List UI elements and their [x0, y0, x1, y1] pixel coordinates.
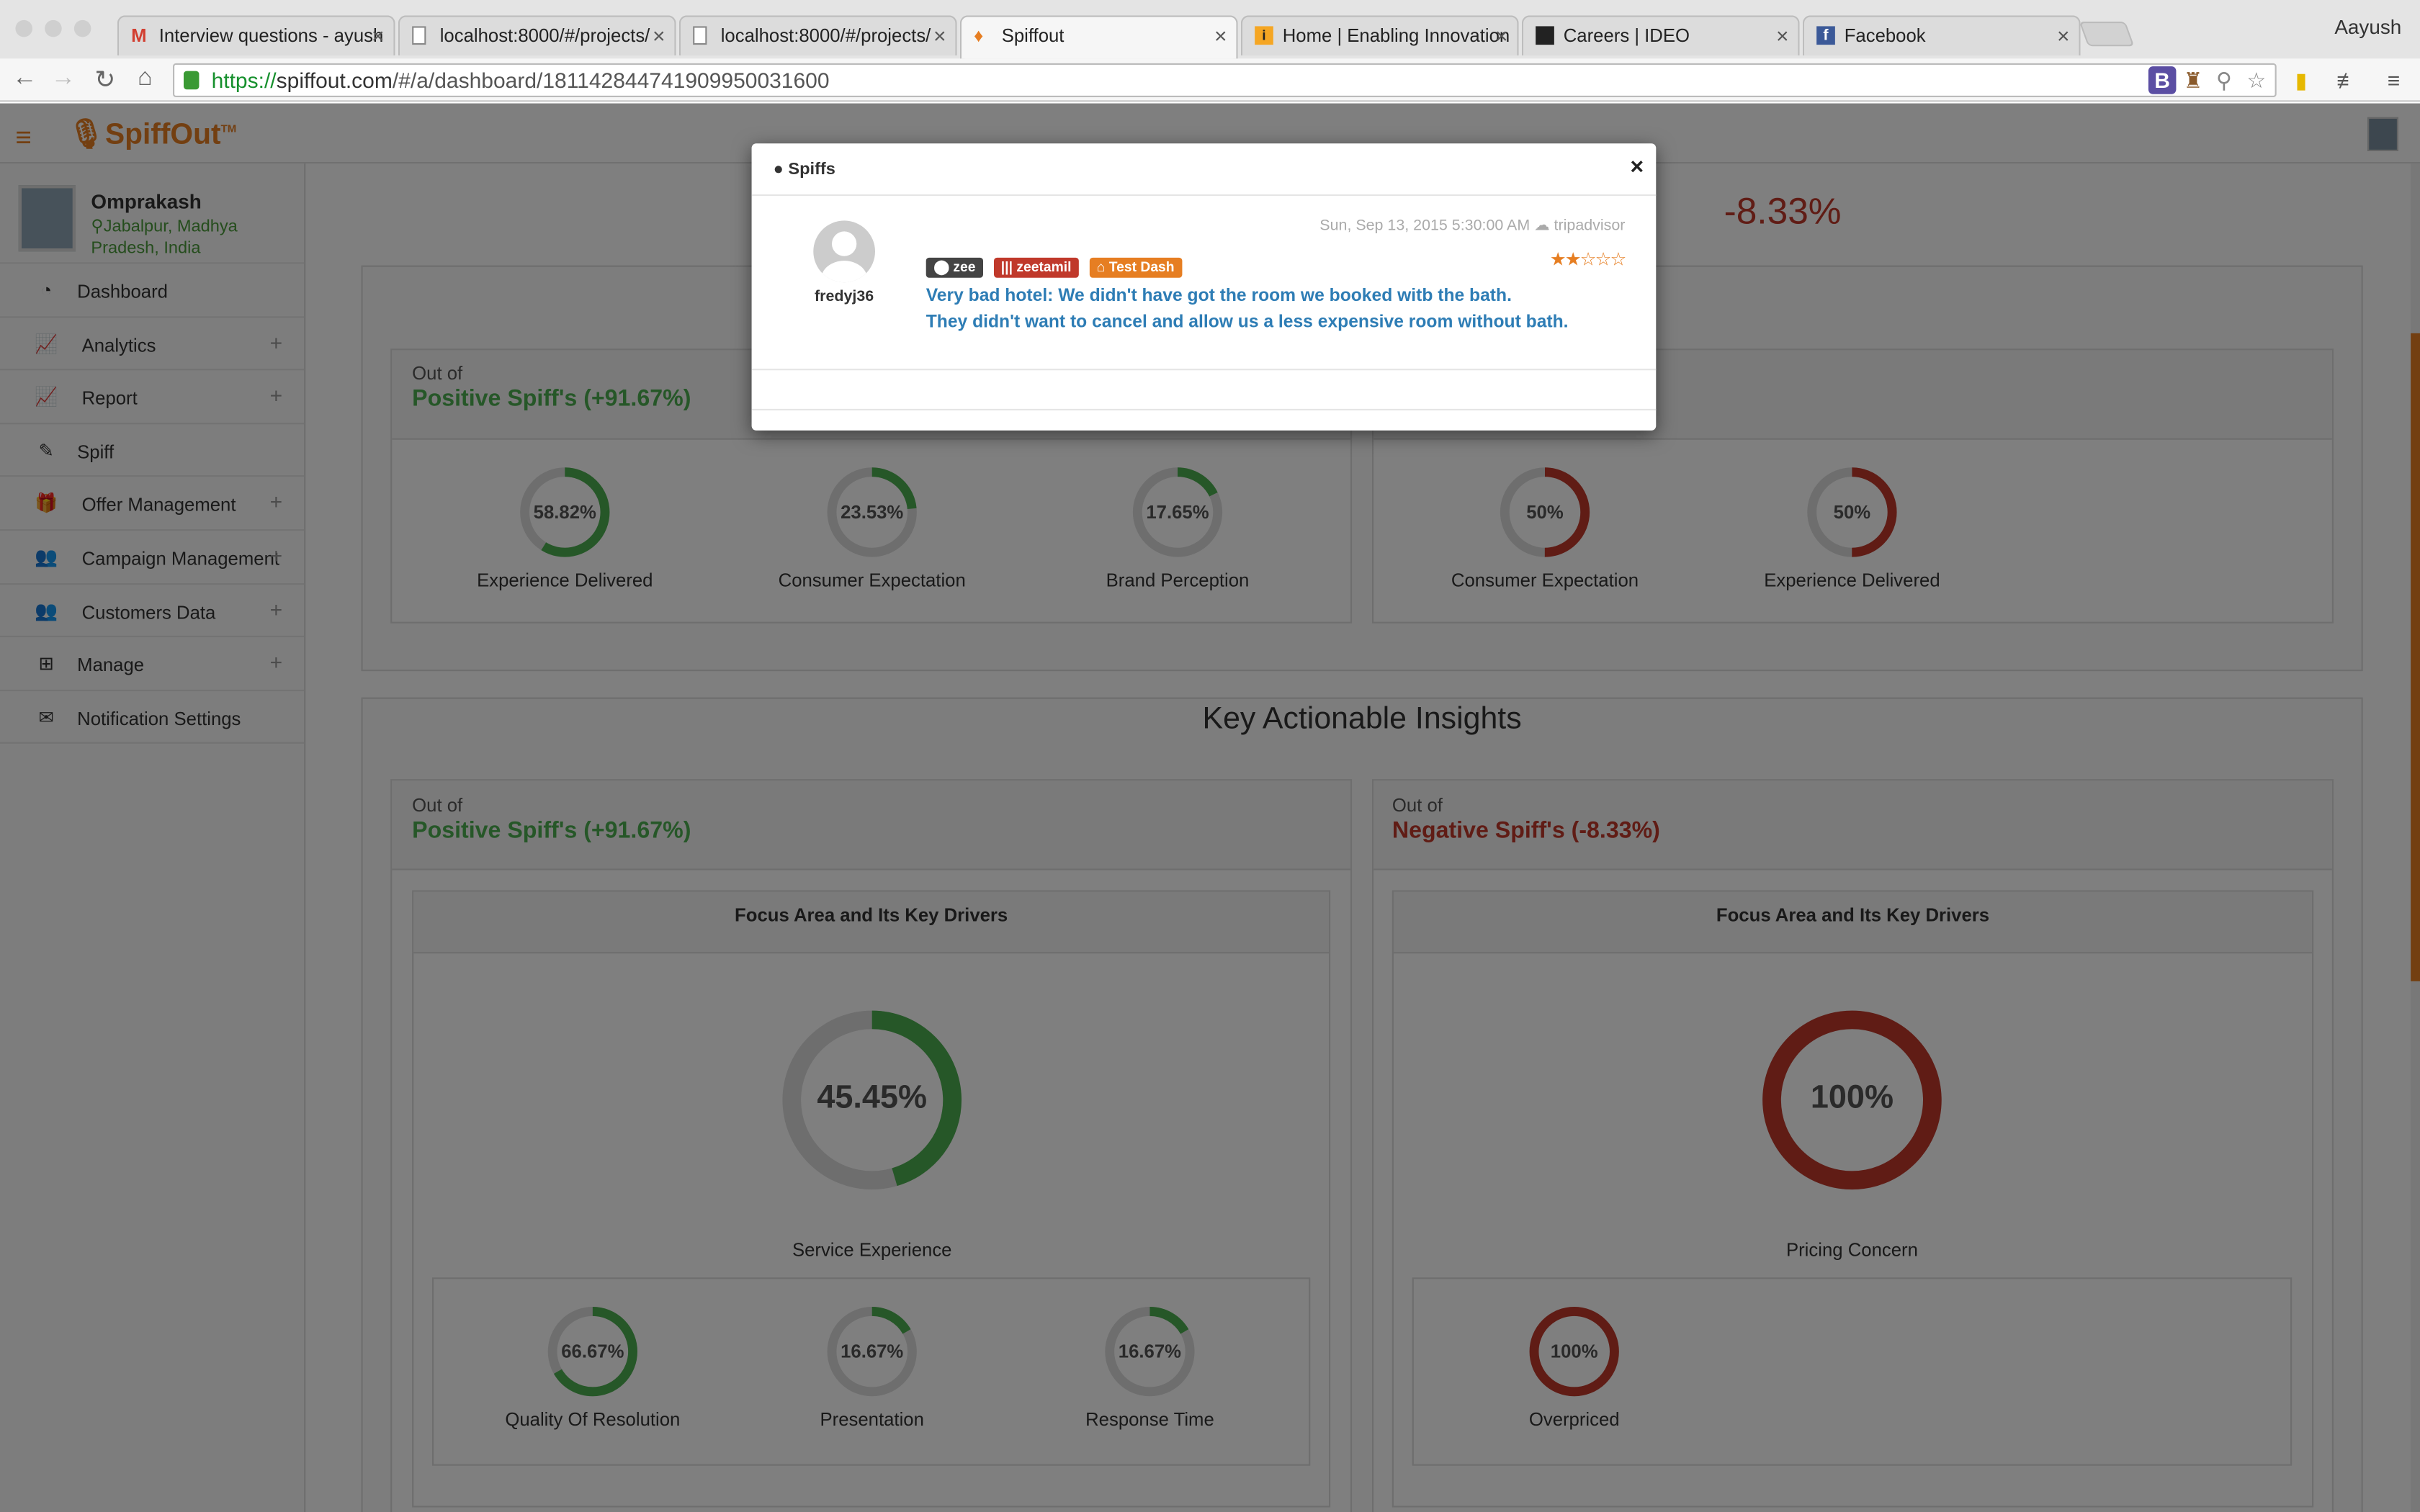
- ei-icon: i: [1255, 26, 1273, 45]
- extension-icon[interactable]: ▮: [2287, 66, 2316, 94]
- default-user-icon: [821, 231, 868, 283]
- browser-toolbar: ← → ↻ ⌂ https://spiffout.com/#/a/dashboa…: [0, 58, 2420, 102]
- tag-test-dash[interactable]: ⌂ Test Dash: [1089, 257, 1183, 278]
- spiff-detail-modal: ● Spiffs × fredyj36 Sun, Sep 13, 2015 5:…: [751, 143, 1657, 431]
- modal-footer: [751, 369, 1657, 431]
- star-empty-icon: ☆: [1610, 248, 1627, 270]
- home-icon: ⌂: [1096, 259, 1106, 275]
- browser-tab[interactable]: localhost:8000/#/projects/ ×: [398, 15, 676, 56]
- close-modal-button[interactable]: ×: [1630, 154, 1644, 180]
- review-text: Very bad hotel: We didn't have got the r…: [926, 287, 1569, 332]
- close-tab-icon[interactable]: ×: [1214, 17, 1227, 54]
- page-icon: [693, 26, 707, 45]
- review-source: tripadvisor: [1554, 217, 1626, 235]
- lock-icon: [183, 71, 200, 90]
- menu-icon[interactable]: ≡: [2380, 66, 2408, 94]
- browser-tab-bar: M Interview questions - ayush × localhos…: [0, 0, 2420, 59]
- page-icon: [412, 26, 426, 45]
- close-tab-icon[interactable]: ×: [933, 17, 946, 54]
- gmail-icon: M: [131, 24, 147, 47]
- review-date: Sun, Sep 13, 2015 5:30:00 AM: [1319, 217, 1531, 235]
- tag-icon: ⬤: [933, 259, 950, 275]
- star-filled-icon: ★: [1549, 248, 1567, 270]
- forward-icon[interactable]: →: [48, 65, 79, 93]
- browser-tab[interactable]: M Interview questions - ayush ×: [117, 15, 395, 56]
- close-tab-icon[interactable]: ×: [2057, 17, 2070, 54]
- facebook-icon: f: [1816, 26, 1835, 45]
- star-filled-icon: ★: [1564, 248, 1582, 270]
- star-empty-icon: ☆: [1595, 248, 1612, 270]
- tag-zee[interactable]: ⬤ zee: [926, 257, 984, 278]
- close-tab-icon[interactable]: ×: [1495, 17, 1508, 54]
- screen: M Interview questions - ayush × localhos…: [0, 0, 2420, 1512]
- reviewer-username: fredyj36: [815, 288, 874, 306]
- reload-icon[interactable]: ↻: [89, 65, 120, 96]
- browser-tab[interactable]: localhost:8000/#/projects/ ×: [678, 15, 957, 56]
- modal-header: ● Spiffs ×: [751, 143, 1657, 197]
- modal-title: Spiffs: [788, 160, 835, 179]
- comment-icon: ●: [773, 160, 784, 179]
- reviewer-avatar: [813, 220, 875, 283]
- search-icon[interactable]: ⚲: [2210, 66, 2238, 94]
- bookmark-star-icon[interactable]: ☆: [2243, 66, 2271, 94]
- review-meta: Sun, Sep 13, 2015 5:30:00 AM ☁ tripadvis…: [1319, 217, 1625, 235]
- ideo-icon: [1536, 26, 1554, 45]
- browser-tab-active[interactable]: ♦ Spiffout ×: [959, 15, 1238, 59]
- address-bar[interactable]: https://spiffout.com/#/a/dashboard/18114…: [173, 63, 2277, 97]
- browser-tab[interactable]: f Facebook ×: [1802, 15, 2081, 56]
- extension-icon[interactable]: ♜: [2179, 66, 2208, 94]
- minimize-window-button[interactable]: [45, 19, 62, 37]
- tag-list: ⬤ zee ||| zeetamil ⌂ Test Dash: [926, 251, 1186, 279]
- browser-tab[interactable]: i Home | Enabling Innovation ×: [1240, 15, 1519, 56]
- close-tab-icon[interactable]: ×: [372, 17, 385, 54]
- home-icon[interactable]: ⌂: [130, 65, 161, 93]
- barcode-icon: |||: [1000, 259, 1013, 275]
- spiffout-icon: ♦: [974, 24, 984, 47]
- cloud-icon: ☁: [1534, 217, 1550, 235]
- new-tab-button[interactable]: [2079, 22, 2135, 47]
- close-window-button[interactable]: [15, 19, 32, 37]
- browser-profile-name[interactable]: Aayush: [2334, 15, 2401, 38]
- back-icon[interactable]: ←: [9, 65, 40, 93]
- star-rating: ★★☆☆☆: [1549, 248, 1627, 270]
- extension-icon[interactable]: ≢: [2334, 66, 2362, 94]
- bootstrap-extension-icon[interactable]: B: [2148, 66, 2177, 94]
- close-tab-icon[interactable]: ×: [1776, 17, 1789, 54]
- tag-zeetamil[interactable]: ||| zeetamil: [993, 257, 1080, 278]
- close-tab-icon[interactable]: ×: [653, 17, 666, 54]
- browser-tab[interactable]: Careers | IDEO ×: [1521, 15, 1800, 56]
- zoom-window-button[interactable]: [73, 19, 91, 37]
- star-empty-icon: ☆: [1579, 248, 1597, 270]
